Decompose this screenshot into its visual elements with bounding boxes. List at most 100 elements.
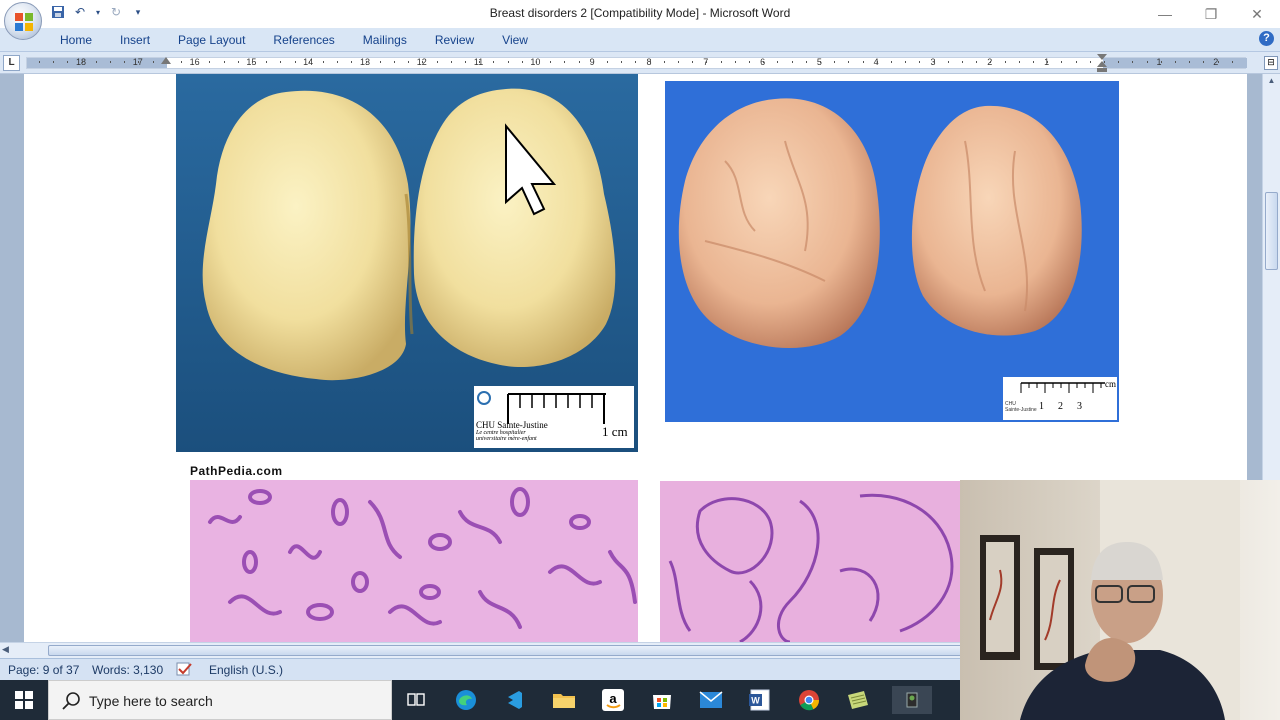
ruler-tick (152, 61, 154, 63)
tab-references[interactable]: References (259, 31, 348, 49)
ruler-tick (876, 61, 878, 63)
task-view-icon[interactable] (401, 686, 431, 714)
ruler-tick (635, 61, 637, 63)
ruler-tick (1061, 61, 1063, 63)
ruler-tick (663, 61, 665, 63)
ruler-tick (791, 61, 793, 63)
tab-view[interactable]: View (488, 31, 542, 49)
ruler-tick (422, 61, 424, 63)
ruler-tick (578, 61, 580, 63)
ruler-tick (592, 61, 594, 63)
ruler-tick (1132, 61, 1134, 63)
window-title: Breast disorders 2 [Compatibility Mode] … (489, 6, 791, 20)
ruler-tick (848, 61, 850, 63)
ruler-tick (777, 61, 779, 63)
view-ruler-icon[interactable]: ⊟ (1264, 56, 1278, 70)
pathpedia-watermark: PathPedia.com (190, 464, 283, 478)
tab-selector[interactable]: L (3, 55, 20, 71)
taskbar-search[interactable]: Type here to search (48, 680, 392, 720)
right-indent-marker[interactable] (1097, 54, 1107, 72)
ruler-tick (720, 61, 722, 63)
gross-specimen-left-image[interactable]: CHU Sainte-Justine Le centre hospitalier… (176, 74, 638, 452)
active-app-icon[interactable] (892, 686, 932, 714)
ruler-tick (990, 61, 992, 63)
ruler-tick (763, 61, 765, 63)
ruler-tick (749, 61, 750, 63)
ruler-tick (976, 61, 978, 63)
tab-mailings[interactable]: Mailings (349, 31, 421, 49)
word-icon[interactable]: W (745, 686, 775, 714)
ruler-tick (1146, 61, 1148, 63)
ruler-tick (280, 61, 282, 63)
ruler-tick (1089, 61, 1091, 63)
ruler-tick (678, 61, 679, 63)
ruler-tick (337, 61, 339, 63)
ruler-tick (1231, 61, 1233, 63)
horizontal-scrollbar[interactable]: ◀ (0, 642, 1228, 658)
tab-review[interactable]: Review (421, 31, 488, 49)
tab-page-layout[interactable]: Page Layout (164, 31, 259, 49)
vertical-scroll-thumb[interactable] (1265, 192, 1278, 270)
ruler-tick (465, 61, 466, 63)
word-window: ↶ ▾ ↻ ▾ Breast disorders 2 [Compatibilit… (0, 0, 1280, 720)
title-bar: ↶ ▾ ↻ ▾ Breast disorders 2 [Compatibilit… (0, 0, 1280, 40)
ruler-tick (1175, 61, 1176, 63)
taskbar: Type here to search a W (0, 680, 960, 720)
tab-insert[interactable]: Insert (106, 31, 164, 49)
ruler-tick (862, 61, 864, 63)
svg-text:W: W (751, 696, 760, 706)
tab-home[interactable]: Home (46, 31, 106, 49)
left-indent-marker[interactable] (161, 57, 171, 64)
edge-icon[interactable] (451, 686, 481, 714)
ruler-tick (649, 61, 651, 63)
webcam-overlay (960, 480, 1280, 720)
ruler-tick (450, 61, 452, 63)
windows-start-icon[interactable] (0, 680, 48, 720)
visual-studio-icon[interactable] (500, 686, 530, 714)
ruler-tick (181, 61, 182, 63)
office-logo-icon (15, 13, 33, 31)
mail-icon[interactable] (696, 686, 726, 714)
ribbon-tabs-bar: Home Insert Page Layout References Maili… (0, 28, 1280, 52)
ruler-tick (351, 61, 353, 63)
ruler-tick (564, 61, 566, 63)
histology-right-image[interactable] (660, 481, 960, 642)
ruler-tick (706, 61, 708, 63)
ruler-tick (1047, 61, 1049, 63)
ruler-tick (252, 61, 253, 63)
ruler-tick (1203, 61, 1205, 63)
ruler-tick (1189, 61, 1191, 63)
ruler-tick (124, 61, 126, 63)
office-button[interactable] (4, 2, 42, 40)
restore-icon[interactable]: ❐ (1188, 0, 1234, 28)
minimize-icon[interactable]: — (1142, 0, 1188, 28)
word-count[interactable]: Words: 3,130 (92, 663, 163, 677)
help-icon[interactable]: ? (1259, 31, 1274, 46)
close-icon[interactable]: ✕ (1234, 0, 1280, 28)
chrome-icon[interactable] (794, 686, 824, 714)
file-explorer-icon[interactable] (549, 686, 579, 714)
search-placeholder: Type here to search (89, 693, 213, 709)
proofing-icon[interactable] (176, 661, 194, 680)
page-count[interactable]: Page: 9 of 37 (8, 663, 79, 677)
histology-left-image[interactable]: PathPedia.com (190, 462, 638, 642)
ruler-tick (323, 61, 324, 63)
notepad-app-icon[interactable] (843, 686, 873, 714)
scale-caption: CHU Sainte-Justine Le centre hospitalier… (476, 420, 548, 442)
scroll-up-icon[interactable]: ▲ (1265, 76, 1278, 88)
store-icon[interactable] (647, 686, 677, 714)
status-bar: Page: 9 of 37 Words: 3,130 English (U.S.… (0, 658, 960, 680)
ruler-right-margin (1103, 58, 1247, 68)
amazon-icon[interactable]: a (598, 686, 628, 714)
ruler-tick (266, 61, 268, 63)
horizontal-ruler[interactable]: 18171615141312111098765432112 (26, 57, 1247, 69)
ruler-tick (507, 61, 509, 63)
ruler-left-margin (27, 58, 167, 68)
scroll-left-icon[interactable]: ◀ (2, 644, 9, 655)
ruler-tick (365, 61, 367, 63)
ruler-tick (905, 61, 907, 63)
language[interactable]: English (U.S.) (209, 663, 283, 677)
ruler-tick (933, 61, 935, 63)
ruler-tick (408, 61, 410, 63)
gross-specimen-right-image[interactable]: CHU Sainte-Justine 1 2 3 cm (665, 81, 1119, 422)
